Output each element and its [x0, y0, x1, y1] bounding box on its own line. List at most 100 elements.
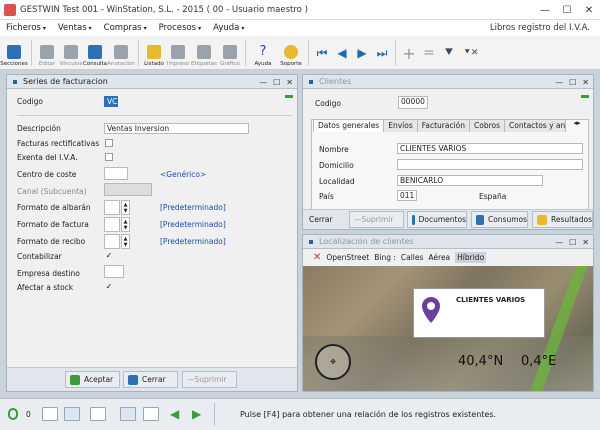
provider-calles[interactable]: Calles	[401, 253, 424, 262]
centro-input[interactable]	[104, 167, 128, 180]
toolbar-editar[interactable]: Editar	[35, 37, 59, 69]
forward-arrow-icon[interactable]: ▶	[192, 407, 201, 421]
layout-icon-5[interactable]	[143, 407, 159, 421]
maximize-button[interactable]: ☐	[556, 0, 578, 20]
layout-icon-4[interactable]	[120, 407, 136, 421]
toolbar-ayuda[interactable]: ? Ayuda	[249, 37, 277, 69]
formato-albaran-input[interactable]	[104, 200, 120, 215]
clientes-suprimir-button[interactable]: — Suprimir	[349, 211, 404, 228]
contabilizar-checkbox[interactable]: ✓	[105, 252, 113, 260]
panel-minimize-icon[interactable]: —	[259, 78, 267, 87]
tab-envios[interactable]: Envíos	[383, 119, 418, 132]
toolbar-etiquetas[interactable]: Etiquetas	[190, 37, 218, 69]
back-arrow-icon[interactable]: ◀	[170, 407, 179, 421]
codigo-input[interactable]: VC	[104, 96, 118, 107]
map-close-x-icon[interactable]: ✕	[313, 252, 321, 263]
next-record-button[interactable]: ▶	[352, 37, 372, 69]
provider-openstreet[interactable]: OpenStreet	[326, 253, 369, 262]
formato-recibo-link[interactable]: [Predeterminado]	[160, 237, 226, 246]
toolbar-listado[interactable]: Listado	[142, 37, 166, 69]
toolbar-secciones[interactable]: Secciones	[0, 37, 28, 69]
centro-link[interactable]: <Genérico>	[160, 170, 206, 179]
toolbar-anotacion[interactable]: Anotación	[107, 37, 135, 69]
documentos-button[interactable]: Documentos	[407, 211, 467, 228]
formato-albaran-spinner[interactable]: ▲ ▼	[121, 200, 130, 215]
clientes-cerrar-button[interactable]: Cerrar	[305, 211, 347, 228]
check-icon	[70, 374, 80, 385]
provider-hibrido[interactable]: Híbrido	[455, 252, 487, 263]
empresa-label: Empresa destino	[17, 269, 80, 278]
menu-ventas[interactable]: Ventas ▾	[52, 23, 98, 33]
panel-close-icon[interactable]: ✕	[286, 78, 293, 87]
formato-recibo-spinner[interactable]: ▲ ▼	[121, 234, 130, 249]
add-button[interactable]: +	[399, 37, 419, 69]
last-record-button[interactable]: ⏭	[372, 37, 392, 69]
tab-cobros[interactable]: Cobros	[469, 119, 506, 132]
domicilio-input[interactable]	[397, 159, 583, 170]
layout-icon-1[interactable]	[42, 407, 58, 421]
suprimir-button[interactable]: — Suprimir	[182, 371, 237, 388]
menu-procesos[interactable]: Procesos ▾	[153, 23, 207, 33]
resultados-button[interactable]: Resultados	[532, 211, 593, 228]
toolbar-consulta[interactable]: Consulta	[83, 37, 107, 69]
toolbar-grafico[interactable]: Gráfico	[218, 37, 242, 69]
map-pan-control[interactable]: ✥	[315, 344, 351, 380]
domicilio-label: Domicilio	[319, 161, 354, 170]
close-button[interactable]: ✕	[578, 0, 600, 20]
exenta-checkbox[interactable]	[105, 153, 113, 161]
clientes-codigo-input[interactable]: 00000	[398, 96, 428, 109]
tab-contactos[interactable]: Contactos y anotacion	[504, 119, 567, 132]
nombre-input[interactable]: CLIENTES VARIOS	[397, 143, 583, 154]
layout-icon-3[interactable]	[90, 407, 106, 421]
map-maximize-icon[interactable]: ☐	[569, 238, 576, 247]
clientes-panel: Clientes — ☐ ✕ Codigo 00000 Datos generale…	[302, 74, 594, 230]
clientes-maximize-icon[interactable]: ☐	[569, 78, 576, 87]
facturas-rect-checkbox[interactable]	[105, 139, 113, 147]
afectar-checkbox[interactable]: ✓	[105, 283, 113, 291]
toolbar-impreso[interactable]: Impreso	[166, 37, 190, 69]
menu-compras[interactable]: Compras ▾	[98, 23, 153, 33]
descripcion-input[interactable]: Ventas Inversion	[104, 123, 249, 134]
toolbar-vinculos[interactable]: Vínculos	[59, 37, 83, 69]
prev-record-button[interactable]: ◀	[332, 37, 352, 69]
map-provider-bar: ✕ OpenStreet Bing : Calles Aérea Híbrido	[303, 249, 593, 266]
sections-icon	[7, 45, 21, 59]
consumos-button[interactable]: Consumos	[471, 211, 528, 228]
provider-bing: Bing :	[374, 253, 396, 262]
cerrar-button[interactable]: Cerrar	[123, 371, 178, 388]
window-title: GESTWIN Test 001 - WinStation, S.L. - 20…	[20, 4, 308, 15]
empresa-input[interactable]	[104, 265, 124, 278]
tab-facturacion[interactable]: Facturación	[416, 119, 471, 132]
print-icon	[171, 45, 185, 59]
clear-filter-icon[interactable]: ⯆✕	[459, 37, 483, 69]
facturas-rect-label: Facturas rectificativas	[17, 139, 100, 148]
formato-factura-spinner[interactable]: ▲ ▼	[121, 217, 130, 232]
panel-maximize-icon[interactable]: ☐	[273, 78, 280, 87]
map-view[interactable]: CLIENTES VARIOS ✥ 40,4°N 0,4°E	[303, 266, 593, 391]
clientes-minimize-icon[interactable]: —	[555, 78, 563, 87]
filter-icon[interactable]: ⯆	[439, 37, 459, 69]
provider-aerea[interactable]: Aérea	[428, 253, 450, 262]
aceptar-button[interactable]: Aceptar	[65, 371, 120, 388]
list-icon	[147, 45, 161, 59]
minimize-button[interactable]: —	[534, 0, 556, 20]
pais-code-input[interactable]: 011	[397, 190, 417, 201]
menu-ficheros[interactable]: Ficheros ▾	[0, 23, 52, 33]
map-latitude: 40,4°N	[458, 354, 504, 369]
tab-scroll-arrows[interactable]: ◂▸	[568, 119, 586, 130]
tab-datos-generales[interactable]: Datos generales	[313, 119, 385, 132]
canal-label: Canal (Subcuenta)	[17, 187, 87, 196]
formato-factura-input[interactable]	[104, 217, 120, 232]
formato-albaran-link[interactable]: [Predeterminado]	[160, 203, 226, 212]
toolbar-soporte[interactable]: Soporte	[277, 37, 305, 69]
first-record-button[interactable]: ⏮	[312, 37, 332, 69]
clientes-close-icon[interactable]: ✕	[582, 78, 589, 87]
equals-button[interactable]: =	[419, 37, 439, 69]
layout-icon-2[interactable]	[64, 407, 80, 421]
map-minimize-icon[interactable]: —	[555, 238, 563, 247]
localidad-input[interactable]: BENICARLO	[397, 175, 543, 186]
formato-factura-link[interactable]: [Predeterminado]	[160, 220, 226, 229]
menu-ayuda[interactable]: Ayuda ▾	[207, 23, 250, 33]
formato-recibo-input[interactable]	[104, 234, 120, 249]
map-close-icon[interactable]: ✕	[582, 238, 589, 247]
